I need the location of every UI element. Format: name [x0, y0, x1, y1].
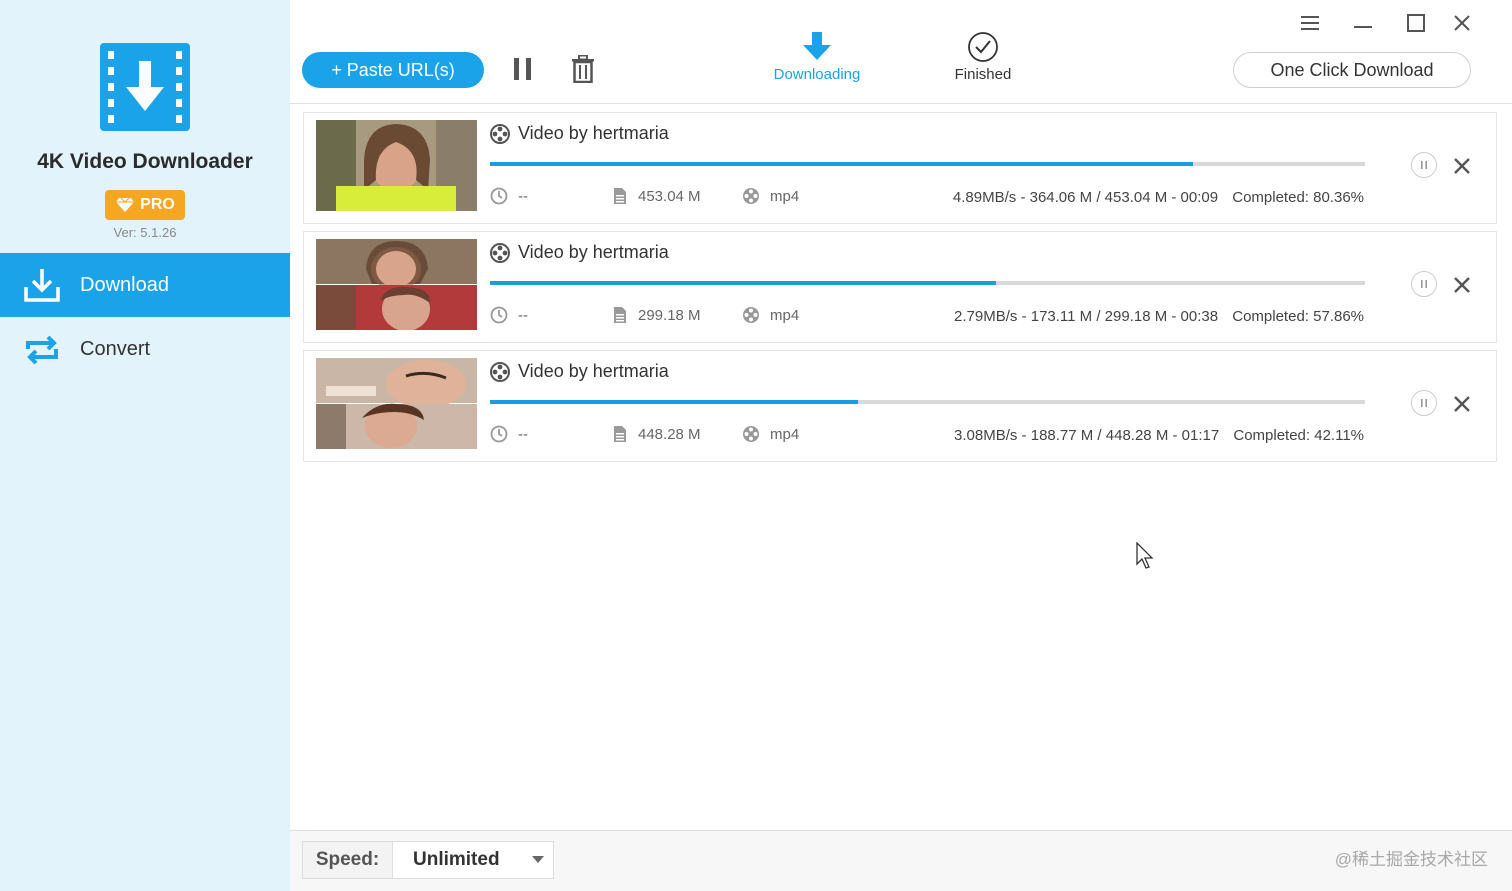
video-thumbnail[interactable] [316, 239, 477, 330]
video-title: Video by hertmaria [518, 361, 669, 381]
format-value: mp4 [770, 425, 800, 443]
progress-bar [490, 400, 1365, 404]
format-value: mp4 [770, 306, 800, 324]
transfer-stats: 2.79MB/s - 173.11 M / 299.18 M - 00:38 [954, 308, 1219, 325]
app-logo-icon [100, 43, 190, 131]
completed-percent: Completed: 57.86% [1232, 308, 1364, 325]
status-bar: Speed: Unlimited [290, 831, 1512, 891]
transfer-stats: 4.89MB/s - 364.06 M / 453.04 M - 00:09 [952, 189, 1219, 206]
row-pause-button[interactable] [1411, 152, 1437, 178]
watermark: @稀土掘金技术社区 [1334, 850, 1488, 869]
convert-arrows-icon [26, 335, 58, 365]
minimize-icon[interactable] [1352, 12, 1374, 34]
video-thumbnail[interactable] [316, 358, 477, 449]
remove-download-icon[interactable] [1451, 393, 1473, 415]
clock-icon [490, 425, 508, 443]
pause-small-icon [1421, 161, 1427, 169]
sidebar-item-label: Convert [80, 337, 151, 360]
video-thumbnail[interactable] [316, 120, 477, 211]
sidebar-item-download[interactable]: Download [0, 253, 290, 317]
format-reel-icon [743, 426, 759, 442]
tab-downloading[interactable]: Downloading [762, 30, 872, 83]
remove-download-icon[interactable] [1451, 274, 1473, 296]
tab-label: Finished [954, 66, 1012, 83]
download-arrow-icon [803, 32, 831, 60]
chevron-down-icon [532, 856, 544, 863]
download-tray-icon [24, 269, 60, 302]
file-size-value: 448.28 M [638, 425, 701, 443]
speed-label: Speed: [303, 842, 393, 878]
tab-label: Downloading [773, 66, 861, 83]
download-row[interactable]: Video by hertmaria -- 448.28 M mp4 3.08M… [303, 350, 1497, 462]
film-reel-icon [490, 361, 510, 382]
file-icon [614, 188, 626, 204]
toolbar: + Paste URL(s) Downloading Finished One … [290, 0, 1512, 104]
format-value: mp4 [770, 187, 800, 205]
row-pause-button[interactable] [1411, 271, 1437, 297]
film-reel-icon [490, 123, 510, 144]
row-pause-button[interactable] [1411, 390, 1437, 416]
sidebar-item-label: Download [80, 273, 169, 296]
progress-fill [490, 281, 997, 285]
version-label: Ver: 5.1.26 [113, 225, 177, 240]
pro-label: PRO [140, 196, 175, 213]
app-name: 4K Video Downloader [37, 150, 253, 173]
video-title: Video by hertmaria [518, 123, 669, 143]
film-reel-icon [490, 242, 510, 263]
duration-value: -- [518, 306, 528, 324]
close-icon[interactable] [1451, 12, 1473, 34]
file-size-value: 453.04 M [638, 187, 701, 205]
pause-small-icon [1421, 399, 1427, 407]
progress-fill [490, 162, 1194, 166]
completed-percent: Completed: 42.11% [1233, 427, 1364, 444]
format-reel-icon [743, 188, 759, 204]
pro-badge: PRO [105, 190, 185, 220]
menu-icon[interactable] [1299, 12, 1321, 34]
one-click-download-button[interactable]: One Click Download [1233, 52, 1471, 88]
download-list: Video by hertmaria -- 453.04 M mp4 4.89M… [303, 112, 1497, 469]
clock-icon [490, 306, 508, 324]
file-icon [614, 426, 626, 442]
transfer-stats: 3.08MB/s - 188.77 M / 448.28 M - 01:17 [954, 427, 1220, 444]
pause-icon[interactable] [512, 56, 534, 82]
speed-select[interactable]: Speed: Unlimited [302, 841, 554, 879]
tab-finished[interactable]: Finished [928, 30, 1038, 83]
maximize-icon[interactable] [1405, 12, 1427, 34]
format-reel-icon [743, 307, 759, 323]
paste-url-button[interactable]: + Paste URL(s) [302, 52, 484, 88]
sidebar: 4K Video Downloader PRO Ver: 5.1.26 Down… [0, 0, 290, 891]
diamond-icon [116, 197, 135, 212]
video-title: Video by hertmaria [518, 242, 669, 262]
remove-download-icon[interactable] [1451, 155, 1473, 177]
duration-value: -- [518, 425, 528, 443]
speed-value: Unlimited [413, 849, 500, 870]
download-row[interactable]: Video by hertmaria -- 299.18 M mp4 2.79M… [303, 231, 1497, 343]
clock-icon [490, 187, 508, 205]
duration-value: -- [518, 187, 528, 205]
progress-bar [490, 162, 1365, 166]
completed-percent: Completed: 80.36% [1232, 189, 1364, 206]
progress-bar [490, 281, 1365, 285]
file-size-value: 299.18 M [638, 306, 701, 324]
trash-icon[interactable] [571, 55, 595, 83]
download-row[interactable]: Video by hertmaria -- 453.04 M mp4 4.89M… [303, 112, 1497, 224]
check-circle-icon [968, 32, 998, 62]
sidebar-item-convert[interactable]: Convert [0, 317, 290, 381]
progress-fill [490, 400, 859, 404]
file-icon [614, 307, 626, 323]
mouse-cursor-icon [1136, 542, 1154, 569]
pause-small-icon [1421, 280, 1427, 288]
